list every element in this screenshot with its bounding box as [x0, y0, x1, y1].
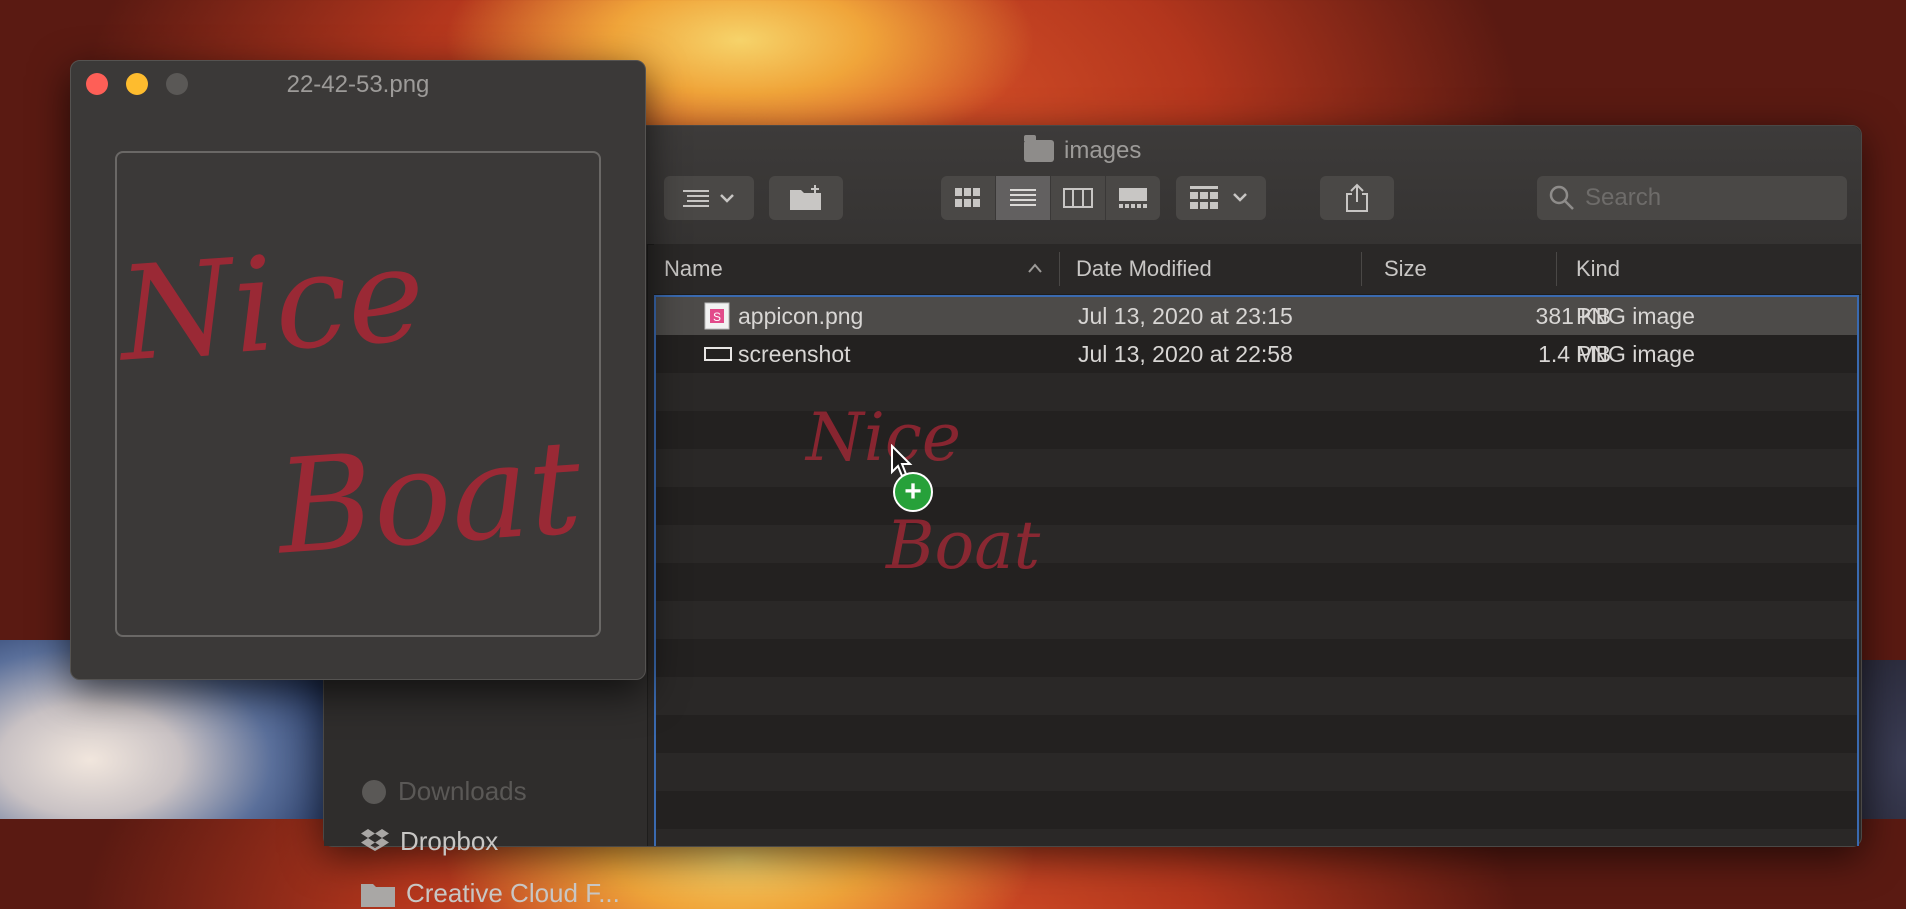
- file-date: Jul 13, 2020 at 22:58: [1078, 340, 1293, 367]
- column-header-kind[interactable]: Kind: [1576, 244, 1620, 294]
- icon-view-button[interactable]: [941, 176, 996, 220]
- copy-badge-icon: +: [893, 472, 933, 512]
- column-separator[interactable]: [1059, 252, 1060, 286]
- column-header-size[interactable]: Size: [1384, 244, 1427, 294]
- search-field[interactable]: [1537, 176, 1847, 220]
- sort-ascending-icon: [1028, 263, 1042, 273]
- file-date: Jul 13, 2020 at 23:15: [1078, 302, 1293, 329]
- sidebar-item-label: Downloads: [398, 776, 527, 806]
- finder-title-text: images: [1064, 137, 1142, 164]
- screenshot-file-icon: [704, 347, 732, 361]
- sidebar-item-downloads[interactable]: Downloads: [360, 776, 527, 807]
- share-icon: [1346, 183, 1368, 212]
- png-file-icon: S: [704, 302, 730, 330]
- sidebar-item-label: Creative Cloud F...: [406, 878, 620, 908]
- list-view-button[interactable]: [996, 176, 1051, 220]
- folder-icon: [1024, 135, 1054, 162]
- preview-image: Nice Boat: [111, 151, 601, 637]
- new-folder-button[interactable]: [769, 176, 843, 220]
- column-separator[interactable]: [1556, 252, 1557, 286]
- column-header-label: Kind: [1576, 256, 1621, 281]
- sidebar-item-creative-cloud[interactable]: Creative Cloud F...: [360, 878, 620, 909]
- gallery-view-icon: [1119, 188, 1147, 208]
- svg-text:S: S: [713, 310, 721, 324]
- preview-window[interactable]: 22-42-53.png Nice Boat: [70, 60, 646, 680]
- dropbox-icon: [361, 828, 389, 851]
- drag-ghost-image: Nice Boat: [804, 399, 1041, 584]
- file-name: appicon.png: [738, 302, 864, 329]
- ghost-line: Nice: [804, 399, 961, 476]
- column-header-row: Name Date Modified Size Kind: [654, 244, 1861, 295]
- ghost-line: Boat: [885, 507, 1041, 584]
- column-header-date[interactable]: Date Modified: [1076, 244, 1212, 294]
- new-folder-icon: [790, 185, 821, 210]
- handwriting-line: Nice: [117, 218, 429, 391]
- preview-title: 22-42-53.png: [286, 71, 430, 98]
- folder-icon: [361, 883, 395, 907]
- sidebar-item-dropbox[interactable]: Dropbox: [360, 826, 498, 857]
- gallery-view-button[interactable]: [1106, 176, 1160, 220]
- group-by-button[interactable]: [1176, 176, 1266, 220]
- column-header-name[interactable]: Name: [664, 244, 723, 294]
- handwriting-image: Nice Boat: [111, 218, 586, 584]
- column-header-label: Date Modified: [1076, 256, 1212, 281]
- finder-title: images: [1024, 135, 1142, 166]
- column-view-button[interactable]: [1051, 176, 1106, 220]
- file-name: screenshot: [738, 340, 851, 367]
- column-header-label: Size: [1384, 256, 1427, 281]
- list-options-button[interactable]: [664, 176, 754, 220]
- column-view-icon: [1063, 188, 1093, 208]
- group-by-icon: [1190, 186, 1247, 209]
- list-view-icon: [1010, 189, 1036, 206]
- column-separator[interactable]: [1361, 252, 1362, 286]
- downloads-icon: [362, 779, 386, 804]
- sidebar-item-label: Dropbox: [400, 826, 499, 856]
- table-row[interactable]: screenshot Jul 13, 2020 at 22:58 1.4 MB …: [656, 335, 1857, 373]
- search-icon: [1549, 185, 1574, 210]
- search-input[interactable]: [1583, 183, 1837, 213]
- icon-view-icon: [955, 188, 980, 207]
- column-header-label: Name: [664, 256, 723, 281]
- list-options-icon: [683, 190, 734, 207]
- file-kind: PNG image: [1576, 340, 1695, 367]
- handwriting-line: Boat: [270, 411, 586, 584]
- table-row[interactable]: S appicon.png Jul 13, 2020 at 23:15 381 …: [656, 297, 1857, 335]
- share-button[interactable]: [1320, 176, 1394, 220]
- view-mode-segmented: [941, 176, 1160, 220]
- file-kind: PNG image: [1576, 302, 1695, 329]
